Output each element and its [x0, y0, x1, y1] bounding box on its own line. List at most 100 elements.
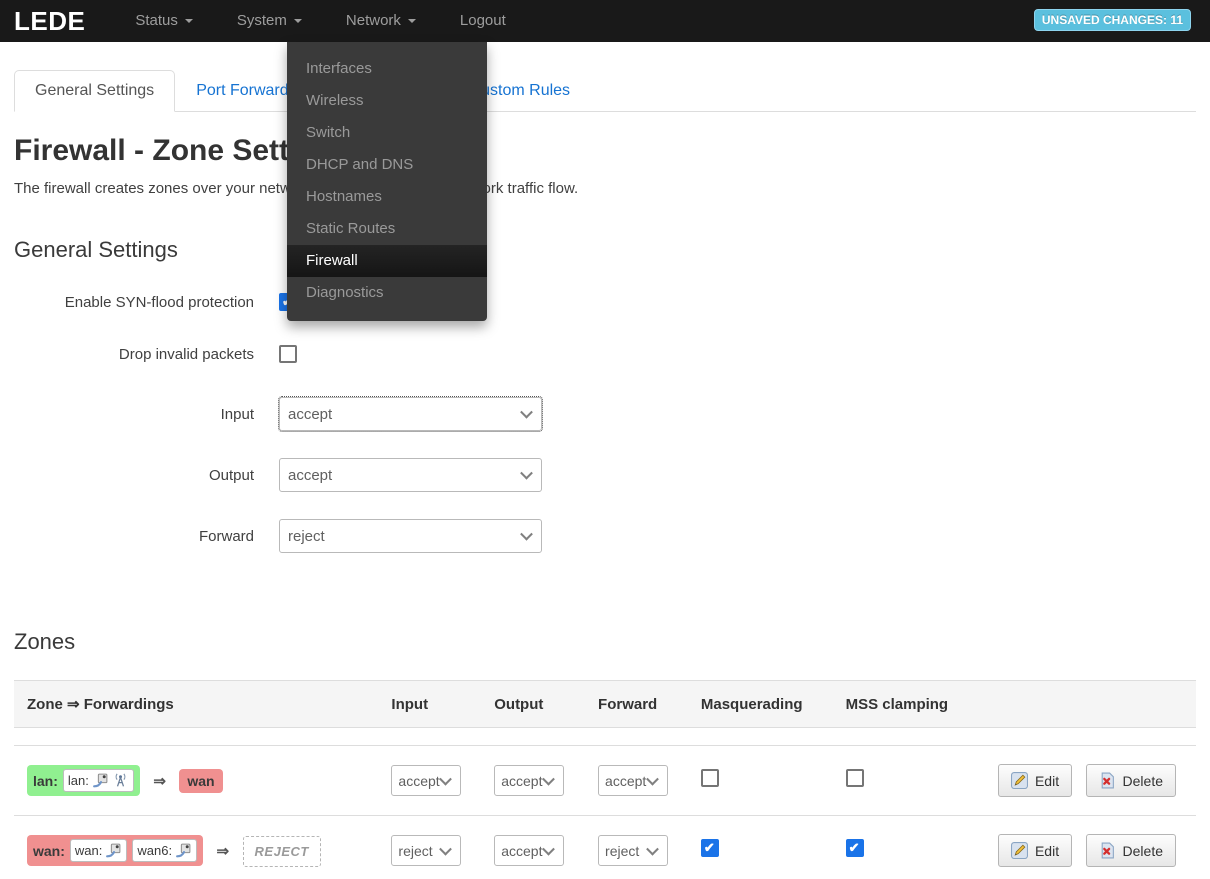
lan-delete-button[interactable]: Delete	[1086, 764, 1176, 797]
nav-item-status[interactable]: Status	[113, 0, 215, 42]
output-label: Output	[14, 467, 254, 484]
top-navbar: LEDE Status System Network Logout UNSAVE…	[0, 0, 1210, 42]
zone-name: wan:	[33, 843, 65, 859]
lan-actions-cell: Edit Delete	[985, 746, 1196, 816]
unsaved-changes-badge[interactable]: UNSAVED CHANGES: 11	[1034, 9, 1191, 31]
zone-name: lan:	[33, 773, 58, 789]
wan-delete-button[interactable]: Delete	[1086, 834, 1176, 867]
nav-item-label: Network	[346, 0, 401, 42]
wan-mss-cell	[833, 816, 985, 879]
menu-item-diagnostics[interactable]: Diagnostics	[287, 277, 487, 309]
lan-mss-cell	[833, 746, 985, 816]
wan-input-select[interactable]: reject	[391, 835, 461, 866]
delete-button-label: Delete	[1123, 773, 1163, 789]
col-actions	[985, 681, 1196, 728]
lan-target-badge: wan	[179, 769, 222, 793]
lan-forward-cell: accept	[585, 746, 688, 816]
menu-item-firewall[interactable]: Firewall	[287, 245, 487, 277]
lan-output-select[interactable]: accept	[494, 765, 564, 796]
ethernet-icon	[92, 772, 109, 789]
menu-item-static-routes[interactable]: Static Routes	[287, 213, 487, 245]
lan-edit-button[interactable]: Edit	[998, 764, 1072, 797]
network-name: wan:	[75, 843, 102, 858]
lan-forward-select[interactable]: accept	[598, 765, 668, 796]
wan-zone-badge: wan: wan: wan6:	[27, 835, 203, 866]
lan-masq-cell	[688, 746, 833, 816]
zone-cell: wan: wan: wan6:	[14, 816, 378, 879]
wan-edit-button[interactable]: Edit	[998, 834, 1072, 867]
lan-input-select[interactable]: accept	[391, 765, 461, 796]
forward-arrow: ⇒	[153, 773, 166, 790]
field-output: Output accept	[14, 458, 1196, 492]
zones-table: Zone ⇒ Forwardings Input Output Forward …	[14, 680, 1196, 879]
wan-mss-clamping-checkbox[interactable]	[846, 839, 864, 857]
wan-masquerading-checkbox[interactable]	[701, 839, 719, 857]
network-box-lan: lan:	[63, 769, 134, 792]
drop-invalid-checkbox[interactable]	[279, 345, 297, 363]
edit-button-label: Edit	[1035, 843, 1059, 859]
wan-forward-select[interactable]: reject	[598, 835, 668, 866]
menu-item-interfaces[interactable]: Interfaces	[287, 53, 487, 85]
syn-flood-label: Enable SYN-flood protection	[14, 294, 254, 311]
general-settings-heading: General Settings	[14, 237, 1196, 263]
delete-button-label: Delete	[1123, 843, 1163, 859]
col-masquerading: Masquerading	[688, 681, 833, 728]
brand-logo: LEDE	[0, 0, 99, 42]
menu-item-hostnames[interactable]: Hostnames	[287, 181, 487, 213]
lan-masquerading-checkbox[interactable]	[701, 769, 719, 787]
nav-item-label: Status	[135, 0, 178, 42]
wan-masq-cell	[688, 816, 833, 879]
delete-x-icon	[1099, 842, 1116, 859]
input-select[interactable]: accept	[279, 397, 542, 431]
edit-pencil-icon	[1011, 772, 1028, 789]
input-select-wrap: accept	[279, 397, 542, 431]
network-box-wan6: wan6:	[132, 839, 197, 862]
network-box-wan: wan:	[70, 839, 127, 862]
wan-reject-target: REJECT	[243, 836, 321, 867]
caret-down-icon	[408, 19, 416, 23]
network-dropdown-menu: Interfaces Wireless Switch DHCP and DNS …	[287, 42, 487, 321]
firewall-tabbar: General Settings Port Forwards Traffic R…	[14, 70, 1196, 112]
ethernet-icon	[105, 842, 122, 859]
delete-x-icon	[1099, 772, 1116, 789]
wan-output-cell: accept	[481, 816, 585, 879]
col-mss-clamping: MSS clamping	[833, 681, 985, 728]
wireless-icon	[112, 772, 129, 789]
output-select-wrap: accept	[279, 458, 542, 492]
zones-heading: Zones	[14, 629, 1196, 655]
menu-item-dhcp-dns[interactable]: DHCP and DNS	[287, 149, 487, 181]
field-syn-flood: Enable SYN-flood protection	[14, 293, 1196, 311]
zone-cell: lan: lan:	[14, 746, 378, 816]
nav-item-system[interactable]: System	[215, 0, 324, 42]
lan-zone-badge: lan: lan:	[27, 765, 140, 796]
field-forward: Forward reject	[14, 519, 1196, 553]
wan-forward-cell: reject	[585, 816, 688, 879]
zone-row-wan: wan: wan: wan6:	[14, 816, 1196, 879]
col-input: Input	[378, 681, 481, 728]
menu-item-switch[interactable]: Switch	[287, 117, 487, 149]
forward-label: Forward	[14, 528, 254, 545]
forward-select-wrap: reject	[279, 519, 542, 553]
col-output: Output	[481, 681, 585, 728]
ethernet-icon	[175, 842, 192, 859]
spacer-row	[14, 728, 1196, 746]
forward-select[interactable]: reject	[279, 519, 542, 553]
network-name: lan:	[68, 773, 89, 788]
field-drop-invalid: Drop invalid packets	[14, 345, 1196, 363]
col-forward: Forward	[585, 681, 688, 728]
nav-item-logout[interactable]: Logout	[438, 0, 528, 42]
wan-output-select[interactable]: accept	[494, 835, 564, 866]
input-label: Input	[14, 406, 254, 423]
lan-mss-clamping-checkbox[interactable]	[846, 769, 864, 787]
wan-actions-cell: Edit Delete	[985, 816, 1196, 879]
output-select[interactable]: accept	[279, 458, 542, 492]
forward-arrow: ⇒	[217, 843, 230, 860]
page-title: Firewall - Zone Settings	[14, 134, 1196, 168]
zone-row-lan: lan: lan:	[14, 746, 1196, 816]
lan-output-cell: accept	[481, 746, 585, 816]
edit-button-label: Edit	[1035, 773, 1059, 789]
menu-item-wireless[interactable]: Wireless	[287, 85, 487, 117]
tab-general-settings[interactable]: General Settings	[14, 70, 175, 112]
nav-item-network[interactable]: Network	[324, 0, 438, 42]
drop-invalid-label: Drop invalid packets	[14, 346, 254, 363]
